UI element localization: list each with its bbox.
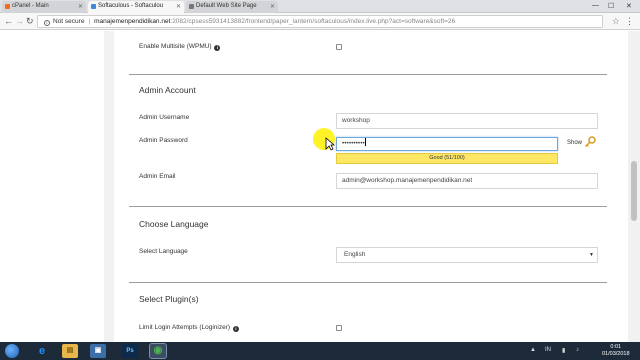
section-divider <box>129 282 607 283</box>
clock-date: 01/03/2018 <box>602 351 630 357</box>
admin-username-label: Admin Username <box>139 114 190 121</box>
security-label: Not secure <box>53 18 85 25</box>
scrollbar-thumb[interactable] <box>631 161 637 221</box>
network-icon[interactable]: ▮ <box>562 347 565 354</box>
admin-account-title: Admin Account <box>139 85 196 95</box>
page-favicon-icon <box>189 4 194 9</box>
tab-default-web-site[interactable]: Default Web Site Page ✕ <box>186 1 278 13</box>
photoshop-icon[interactable]: Ps <box>122 344 138 358</box>
url-path: :2082/cpsess5931413882/frontend/paper_la… <box>170 18 456 25</box>
language-selected-value: English <box>344 251 366 258</box>
minimize-icon[interactable]: — <box>592 2 599 9</box>
mouse-cursor-icon <box>325 137 335 151</box>
internet-explorer-icon[interactable]: e <box>34 344 50 358</box>
multisite-checkbox[interactable] <box>336 44 342 50</box>
tab-label: Default Web Site Page <box>196 3 257 9</box>
cpanel-favicon-icon <box>5 4 10 9</box>
password-strength-meter: Good (51/100) <box>336 153 558 164</box>
maximize-icon[interactable]: ☐ <box>608 2 614 10</box>
admin-password-value: •••••••••• <box>342 140 365 147</box>
page-margin-left <box>0 31 104 342</box>
windows-taskbar: e ▤ ▣ Ps ◉ ▲ IN ▮ ♪ 0:01 01/03/2018 <box>0 342 640 360</box>
dropdown-arrow-icon: ▼ <box>589 252 594 258</box>
forward-icon[interactable]: → <box>15 16 24 26</box>
close-icon[interactable]: ✕ <box>270 3 275 10</box>
multisite-label-text: Enable Multisite (WPMU) <box>139 43 212 50</box>
close-icon[interactable]: ✕ <box>176 3 181 10</box>
info-icon[interactable]: i <box>232 326 239 332</box>
password-strength-text: Good (51/100) <box>429 155 465 161</box>
admin-email-value: admin@workshop.manajemenpendidikan.net <box>342 177 473 184</box>
show-password-button[interactable]: Show <box>567 140 582 146</box>
admin-password-label: Admin Password <box>139 137 188 144</box>
tab-label: Softaculous - Softaculou <box>98 3 164 9</box>
window-close-icon[interactable]: ✕ <box>626 2 632 10</box>
admin-username-input[interactable]: workshop <box>336 113 598 129</box>
browser-menu-icon[interactable]: ⋮ <box>625 16 634 27</box>
reload-icon[interactable]: ↻ <box>26 16 34 26</box>
tab-softaculous[interactable]: Softaculous - Softaculou ✕ <box>88 1 184 13</box>
close-icon[interactable]: ✕ <box>78 3 83 10</box>
address-bar: ← → ↻ i Not secure | manajemenpendidikan.ne… <box>0 13 640 30</box>
back-icon[interactable]: ← <box>4 16 13 26</box>
info-icon[interactable]: i <box>214 45 221 51</box>
file-explorer-icon[interactable]: ▤ <box>62 344 78 358</box>
chrome-icon[interactable]: ◉ <box>150 344 166 358</box>
tab-cpanel[interactable]: cPanel - Main ✕ <box>2 1 86 13</box>
admin-username-value: workshop <box>342 117 370 124</box>
limit-login-label-text: Limit Login Attempts (Loginizer) <box>139 324 231 331</box>
language-select[interactable]: English ▼ <box>336 247 598 263</box>
url-host: manajemenpendidikan.net <box>94 18 171 25</box>
start-button[interactable] <box>5 344 19 358</box>
volume-icon[interactable]: ♪ <box>576 347 579 353</box>
tab-label: cPanel - Main <box>12 3 49 9</box>
choose-language-title: Choose Language <box>139 219 209 229</box>
bookmark-star-icon[interactable]: ☆ <box>612 16 620 27</box>
panel-gutter <box>104 31 114 342</box>
tray-expand-icon[interactable]: ▲ <box>530 347 536 353</box>
clock-time: 0:01 <box>610 344 622 350</box>
multisite-label: Enable Multisite (WPMU) i <box>139 43 221 51</box>
language-indicator[interactable]: IN <box>545 347 551 353</box>
key-icon[interactable] <box>584 136 596 148</box>
limit-login-checkbox[interactable] <box>336 325 342 331</box>
info-icon[interactable]: i <box>44 20 50 26</box>
select-plugins-title: Select Plugin(s) <box>139 294 199 304</box>
section-divider <box>129 206 607 207</box>
limit-login-label: Limit Login Attempts (Loginizer) i <box>139 324 239 332</box>
admin-password-input[interactable]: •••••••••• <box>336 137 558 151</box>
separator: | <box>88 18 91 25</box>
system-clock[interactable]: 0:01 01/03/2018 <box>602 344 630 358</box>
select-language-label: Select Language <box>139 248 188 255</box>
admin-email-input[interactable]: admin@workshop.manajemenpendidikan.net <box>336 173 598 189</box>
tab-bar: cPanel - Main ✕ Softaculous - Softaculou… <box>0 0 640 13</box>
section-divider <box>129 74 607 75</box>
text-caret <box>364 138 366 146</box>
media-icon[interactable]: ▣ <box>90 344 106 358</box>
admin-email-label: Admin Email <box>139 173 176 180</box>
url-input[interactable]: i Not secure | manajemenpendidikan.net:2082… <box>37 15 603 28</box>
softaculous-favicon-icon <box>91 4 96 9</box>
